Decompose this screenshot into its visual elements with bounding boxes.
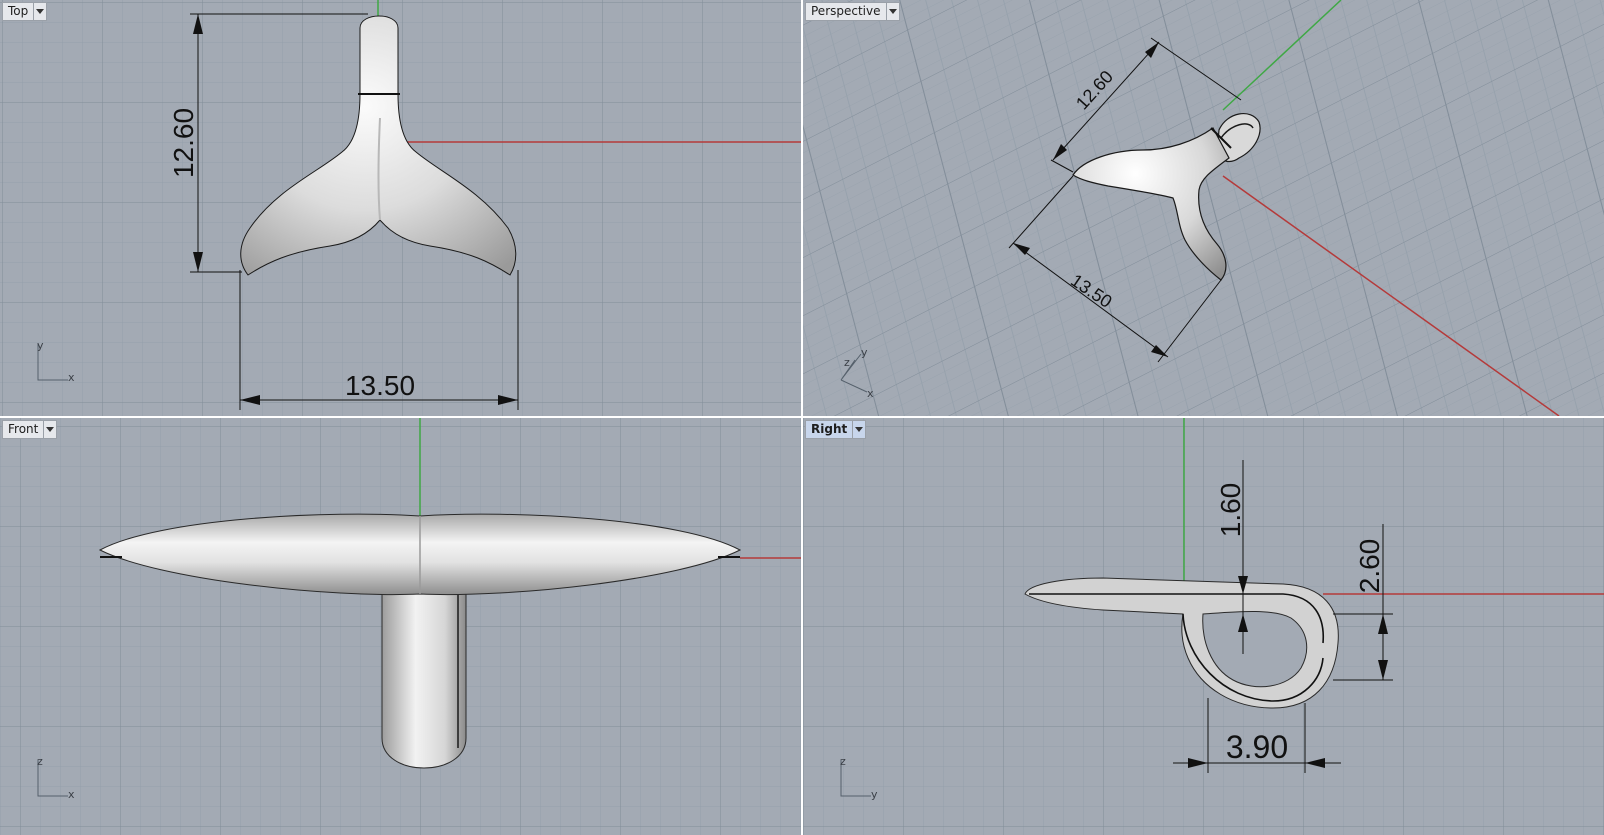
viewport-tab-top[interactable]: Top (2, 2, 48, 21)
chevron-down-icon (46, 427, 55, 432)
viewport-top[interactable]: 12.60 13.50 y x Top (0, 0, 801, 416)
viewport-tab-label[interactable]: Top (3, 3, 33, 20)
viewport-menu-button[interactable] (852, 421, 865, 438)
viewport-menu-button[interactable] (885, 3, 899, 20)
axis-icon-vertical: z (37, 755, 43, 768)
viewport-tab-front[interactable]: Front (2, 420, 58, 439)
rhino-four-viewport-layout: 12.60 13.50 y x Top 12.60 13.50 z y x Pe… (0, 0, 1604, 835)
viewport-right[interactable]: 1.60 2.60 3.90 z y Right (803, 418, 1604, 835)
viewport-front-canvas[interactable]: z x (0, 418, 801, 835)
chevron-down-icon (888, 9, 897, 14)
axis-icon-y: y (861, 346, 868, 359)
viewport-tab-label[interactable]: Right (806, 421, 852, 438)
viewport-tab-label[interactable]: Front (3, 421, 43, 438)
viewport-front[interactable]: z x Front (0, 418, 801, 835)
axis-icon-x: x (867, 387, 874, 400)
dim-a-label: 1.60 (1215, 483, 1246, 538)
viewport-perspective[interactable]: 12.60 13.50 z y x Perspective (803, 0, 1604, 416)
viewport-top-canvas[interactable]: 12.60 13.50 y x (0, 0, 801, 416)
dim-width-label: 13.50 (345, 370, 415, 401)
axis-icon-horizontal: y (871, 788, 878, 801)
axis-icon-horizontal: x (68, 371, 75, 384)
viewport-menu-button[interactable] (43, 421, 56, 438)
viewport-menu-button[interactable] (33, 3, 46, 20)
dim-c-label: 3.90 (1226, 729, 1288, 765)
viewport-perspective-canvas[interactable]: 12.60 13.50 z y x (803, 0, 1604, 416)
axis-icon-horizontal: x (68, 788, 75, 801)
dim-b-label: 2.60 (1354, 539, 1385, 594)
viewport-tab-perspective[interactable]: Perspective (805, 2, 900, 21)
viewport-right-canvas[interactable]: 1.60 2.60 3.90 z y (803, 418, 1604, 835)
chevron-down-icon (36, 9, 45, 14)
axis-icon-vertical: y (37, 339, 44, 352)
chevron-down-icon (855, 427, 864, 432)
axis-icon-z: z (844, 356, 850, 369)
dim-height-label: 12.60 (168, 108, 199, 178)
viewport-tab-right[interactable]: Right (805, 420, 867, 439)
viewport-tab-label[interactable]: Perspective (806, 3, 886, 20)
axis-icon-vertical: z (840, 755, 846, 768)
